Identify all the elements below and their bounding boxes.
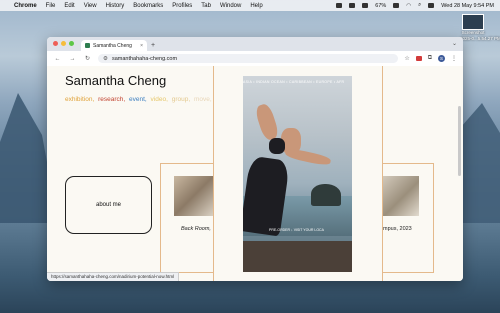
menu-help[interactable]: Help (250, 3, 262, 9)
tab-title: Samantha Cheng (93, 42, 132, 49)
menu-app-name[interactable]: Chrome (14, 3, 37, 9)
new-tab-button[interactable]: + (151, 42, 155, 49)
sync-status-icon[interactable] (349, 3, 356, 8)
battery-percent: 67% (375, 2, 387, 9)
menu-tab[interactable]: Tab (201, 3, 211, 9)
overlay-photo[interactable]: ASIA • INDIAN OCEAN • CARIBBEAN • EUROPE… (243, 76, 352, 272)
forward-arrow-icon[interactable]: → (68, 56, 77, 62)
extensions-area: ☆ ⧉ S ⋮ (404, 55, 457, 62)
minimize-window-button[interactable] (61, 41, 66, 46)
zoom-window-button[interactable] (69, 41, 74, 46)
close-tab-icon[interactable]: × (140, 43, 143, 49)
address-url[interactable]: samanthahaha-cheng.com (112, 56, 177, 62)
menu-view[interactable]: View (84, 3, 97, 9)
tab-samantha-cheng[interactable]: Samantha Cheng × (81, 40, 147, 51)
menu-bookmarks[interactable]: Bookmarks (133, 3, 163, 9)
desktop-screenshot-file[interactable]: Screenshot 2025-0...5.54.27 PM (460, 14, 500, 42)
close-window-button[interactable] (53, 41, 58, 46)
about-me-label: about me (95, 202, 122, 208)
site-info-icon[interactable]: ⚙ (103, 56, 108, 62)
nav-video[interactable]: video, (151, 96, 168, 103)
wifi-icon[interactable]: ◠ (406, 3, 411, 9)
project-overlay-panel[interactable]: ASIA • INDIAN OCEAN • CARIBBEAN • EUROPE… (213, 66, 383, 281)
nav-exhibition[interactable]: exhibition, (65, 96, 94, 103)
browser-toolbar: ← → ↻ ⚙ samanthahaha-cheng.com ☆ ⧉ S ⋮ (47, 51, 463, 67)
about-me-card[interactable]: about me (65, 176, 152, 234)
project-caption-left: Back Room, (181, 226, 211, 232)
battery-icon[interactable] (393, 3, 400, 8)
menu-history[interactable]: History (106, 3, 125, 9)
photo-jumper-1 (253, 102, 281, 142)
address-bar[interactable]: ⚙ samanthahaha-cheng.com (98, 54, 398, 63)
nav-event[interactable]: event, (129, 96, 147, 103)
status-area: 67% ◠ ⌕ Wed 28 May 9:54 PM (336, 0, 494, 11)
nav-group[interactable]: group, (172, 96, 190, 103)
photo-rock-island (311, 184, 341, 206)
menu-bar: Chrome File Edit View History Bookmarks … (0, 0, 500, 11)
site-favicon-icon (85, 43, 90, 48)
extension-red-icon[interactable] (415, 56, 422, 61)
search-icon[interactable]: ⌕ (418, 2, 421, 9)
project-card-right[interactable]: mpus, 2023 (381, 163, 434, 273)
profile-avatar[interactable]: S (438, 55, 445, 62)
window-controls (53, 41, 74, 46)
nav-move[interactable]: move, (194, 96, 212, 103)
project-thumbnail-right (381, 176, 419, 216)
menu-window[interactable]: Window (220, 3, 241, 9)
display-status-icon[interactable] (362, 3, 369, 8)
menu-file[interactable]: File (46, 3, 56, 9)
project-card-left[interactable]: Back Room, (160, 163, 213, 273)
web-page: Samantha Cheng exhibition, research, eve… (47, 66, 463, 281)
photo-jumper-hair (269, 138, 285, 154)
link-status-bar: https://samanthahaha-cheng.com/nadirium-… (47, 272, 180, 281)
site-nav: exhibition, research, event, video, grou… (65, 96, 224, 103)
nav-research[interactable]: research, (98, 96, 125, 103)
photo-marquee-text: ASIA • INDIAN OCEAN • CARIBBEAN • EUROPE… (243, 80, 345, 84)
menu-edit[interactable]: Edit (64, 3, 74, 9)
browser-window: Samantha Cheng × + ⌄ ← → ↻ ⚙ samanthahah… (47, 37, 463, 281)
tab-search-chevron-icon[interactable]: ⌄ (452, 40, 457, 47)
extensions-puzzle-icon[interactable]: ⧉ (428, 55, 432, 62)
photo-boat-deck (243, 241, 352, 272)
reload-icon[interactable]: ↻ (83, 55, 92, 62)
screenshot-thumbnail (462, 14, 484, 30)
photo-caption-text: PRE-ORDER ↓ VISIT YOUR LOCA (269, 228, 324, 232)
back-arrow-icon[interactable]: ← (53, 56, 62, 62)
bookmark-star-icon[interactable]: ☆ (404, 55, 409, 62)
site-title[interactable]: Samantha Cheng (65, 73, 166, 88)
control-center-icon[interactable] (428, 3, 435, 8)
project-caption-right: mpus, 2023 (383, 226, 412, 232)
menubar-clock[interactable]: Wed 28 May 9:54 PM (441, 3, 494, 9)
extension-status-icon[interactable] (336, 3, 343, 8)
page-scrollbar[interactable] (458, 106, 461, 176)
screenshot-filename-line2: 2025-0...5.54.27 PM (460, 36, 500, 41)
project-thumbnail-left (174, 176, 213, 216)
tab-strip: Samantha Cheng × + ⌄ (47, 37, 463, 51)
menu-profiles[interactable]: Profiles (172, 3, 192, 9)
photo-jumper-legs (284, 147, 332, 167)
browser-menu-icon[interactable]: ⋮ (451, 55, 457, 62)
